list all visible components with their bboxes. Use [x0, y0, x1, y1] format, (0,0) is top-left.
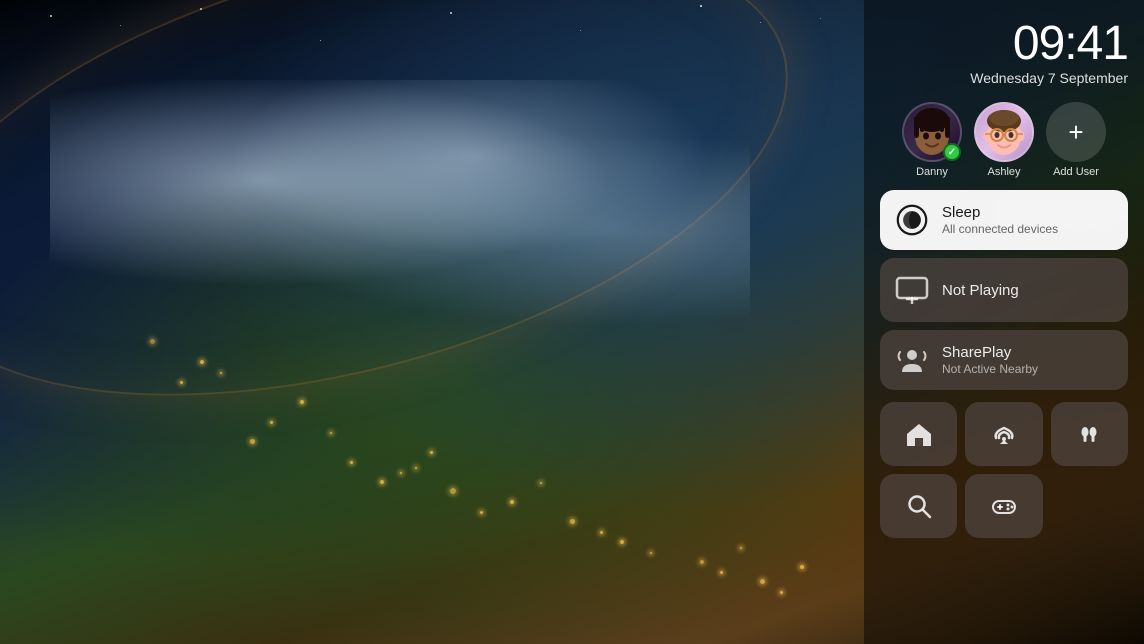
add-user-button[interactable]: + — [1046, 102, 1106, 162]
sleep-card[interactable]: Sleep All connected devices — [880, 190, 1128, 250]
clock: 09:41 — [880, 20, 1128, 68]
danny-label: Danny — [916, 166, 948, 178]
time-section: 09:41 Wednesday 7 September — [880, 20, 1128, 86]
icon-grid-row2 — [880, 474, 1128, 538]
date: Wednesday 7 September — [880, 70, 1128, 86]
search-button[interactable] — [880, 474, 957, 538]
shareplay-icon — [894, 342, 930, 378]
airpods-button[interactable] — [1051, 402, 1128, 466]
shareplay-card[interactable]: SharePlay Not Active Nearby — [880, 330, 1128, 390]
now-playing-title: Not Playing — [942, 282, 1019, 299]
icon-grid-row1 — [880, 402, 1128, 466]
ashley-label: Ashley — [987, 166, 1020, 178]
danny-avatar-container: ✓ — [902, 102, 962, 162]
add-user-item[interactable]: + Add User — [1046, 102, 1106, 178]
ashley-avatar-container — [974, 102, 1034, 162]
sleep-text-group: Sleep All connected devices — [942, 204, 1058, 236]
shareplay-subtitle: Not Active Nearby — [942, 362, 1038, 376]
tv-icon — [895, 276, 929, 304]
clouds-layer — [50, 80, 750, 330]
airpods-icon — [1075, 420, 1103, 448]
user-danny[interactable]: ✓ Danny — [902, 102, 962, 178]
tv-icon-container — [894, 272, 930, 308]
sleep-icon-container — [894, 202, 930, 238]
add-user-label: Add User — [1053, 166, 1099, 178]
user-ashley[interactable]: Ashley — [974, 102, 1034, 178]
shareplay-text-group: SharePlay Not Active Nearby — [942, 344, 1038, 376]
users-row: ✓ Danny — [880, 102, 1128, 178]
airplay-button[interactable] — [965, 402, 1042, 466]
now-playing-card[interactable]: Not Playing — [880, 258, 1128, 322]
now-playing-text-group: Not Playing — [942, 282, 1019, 299]
shareplay-icon-container — [894, 342, 930, 378]
danny-active-badge: ✓ — [943, 143, 961, 161]
sleep-icon — [896, 204, 928, 236]
sleep-title: Sleep — [942, 204, 1058, 221]
control-panel: 09:41 Wednesday 7 September — [864, 0, 1144, 644]
search-icon — [905, 492, 933, 520]
plus-icon: + — [1068, 117, 1083, 148]
ashley-avatar — [974, 102, 1034, 162]
home-icon — [905, 420, 933, 448]
airplay-icon — [990, 420, 1018, 448]
sleep-subtitle: All connected devices — [942, 222, 1058, 236]
shareplay-title: SharePlay — [942, 344, 1038, 361]
gamecontroller-button[interactable] — [965, 474, 1042, 538]
home-button[interactable] — [880, 402, 957, 466]
gamecontroller-icon — [990, 492, 1018, 520]
ashley-memoji-svg — [976, 104, 1032, 160]
